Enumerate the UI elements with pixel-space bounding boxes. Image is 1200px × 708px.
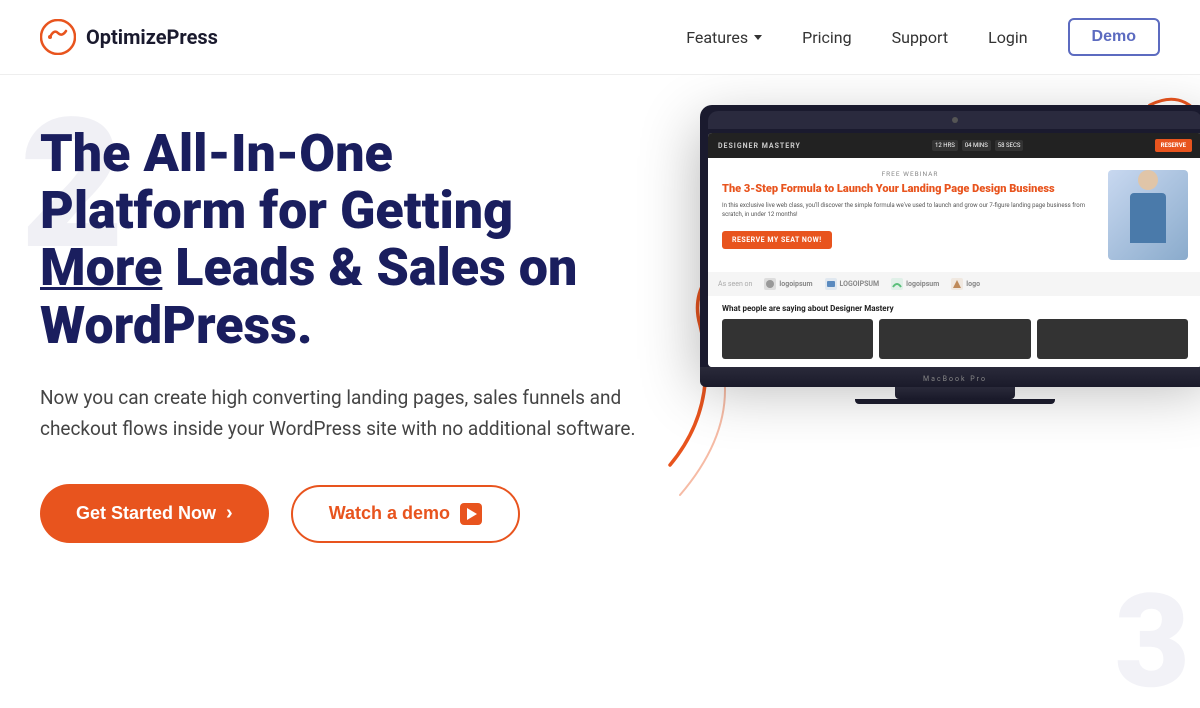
timer-secs: 58 SECS bbox=[995, 140, 1024, 151]
header: OptimizePress Features Pricing Support L… bbox=[0, 0, 1200, 75]
logo-area[interactable]: OptimizePress bbox=[40, 19, 218, 55]
hero-title-highlight: More bbox=[40, 237, 162, 298]
inner-logo-4: logo bbox=[951, 278, 980, 290]
inner-testimonial-card-1 bbox=[722, 319, 873, 359]
nav-pricing[interactable]: Pricing bbox=[802, 28, 852, 47]
play-triangle bbox=[467, 508, 477, 520]
hero-title: The All-In-One Platform for Getting More… bbox=[40, 125, 680, 354]
watch-demo-button[interactable]: Watch a demo bbox=[291, 485, 520, 543]
timer-mins: 04 MINS bbox=[962, 140, 991, 151]
laptop-mockup: DESIGNER MASTERY 12 HRS 04 MINS 58 SECS … bbox=[700, 105, 1200, 404]
logo-shape-4 bbox=[951, 278, 963, 290]
inner-timer: 12 HRS 04 MINS 58 SECS bbox=[932, 140, 1023, 151]
inner-hero-image bbox=[1108, 170, 1188, 260]
laptop-base: MacBook Pro bbox=[700, 367, 1200, 387]
timer-hours: 12 HRS bbox=[932, 140, 958, 151]
inner-brand: DESIGNER MASTERY bbox=[718, 142, 801, 150]
inner-testimonial-row bbox=[722, 319, 1188, 359]
inner-testimonial-card-3 bbox=[1037, 319, 1188, 359]
hero-right: DESIGNER MASTERY 12 HRS 04 MINS 58 SECS … bbox=[700, 105, 1200, 404]
inner-webinar-label: FREE WEBINAR bbox=[722, 170, 1098, 178]
logos-as-seen-label: As seen on bbox=[718, 280, 752, 288]
inner-reserve-button[interactable]: RESERVE bbox=[1155, 139, 1192, 152]
person-body bbox=[1130, 193, 1166, 243]
nav-login[interactable]: Login bbox=[988, 28, 1027, 47]
laptop-foot bbox=[855, 399, 1055, 404]
logo-shape-3 bbox=[891, 278, 903, 290]
arrow-right-icon: › bbox=[226, 502, 233, 525]
inner-testimonial-title: What people are saying about Designer Ma… bbox=[722, 304, 1188, 313]
hero-description: Now you can create high converting landi… bbox=[40, 382, 660, 445]
nav-features[interactable]: Features bbox=[686, 28, 762, 47]
logo-shape-1 bbox=[764, 278, 776, 290]
inner-hero-section: FREE WEBINAR The 3-Step Formula to Launc… bbox=[708, 158, 1200, 272]
main-nav: Features Pricing Support Login Demo bbox=[686, 18, 1160, 56]
inner-testimonial-section: What people are saying about Designer Ma… bbox=[708, 296, 1200, 367]
laptop-stand bbox=[895, 387, 1015, 399]
hero-left: The All-In-One Platform for Getting More… bbox=[40, 125, 700, 543]
laptop-content: DESIGNER MASTERY 12 HRS 04 MINS 58 SECS … bbox=[708, 133, 1200, 367]
inner-cta-button[interactable]: RESERVE MY SEAT NOW! bbox=[722, 231, 832, 249]
person-silhouette bbox=[1118, 170, 1178, 260]
get-started-button[interactable]: Get Started Now › bbox=[40, 484, 269, 543]
inner-logos-bar: As seen on logoipsum bbox=[708, 272, 1200, 296]
play-icon bbox=[460, 503, 482, 525]
laptop-model-label: MacBook Pro bbox=[923, 375, 987, 383]
brand-name: OptimizePress bbox=[86, 25, 218, 49]
inner-logo-2: LOGOIPSUM bbox=[825, 278, 880, 290]
logo-icon bbox=[40, 19, 76, 55]
laptop-camera-bar bbox=[708, 111, 1200, 129]
inner-hero-desc: In this exclusive live web class, you'll… bbox=[722, 201, 1098, 219]
inner-page: DESIGNER MASTERY 12 HRS 04 MINS 58 SECS … bbox=[708, 133, 1200, 367]
nav-support[interactable]: Support bbox=[892, 28, 948, 47]
logo-shape-2 bbox=[825, 278, 837, 290]
hero-section: 2 The All-In-One Platform for Getting Mo… bbox=[0, 75, 1200, 708]
inner-hero-text: FREE WEBINAR The 3-Step Formula to Launc… bbox=[722, 170, 1098, 260]
inner-logo-3: logoipsum bbox=[891, 278, 939, 290]
chevron-down-icon bbox=[754, 35, 762, 40]
demo-button[interactable]: Demo bbox=[1068, 18, 1160, 56]
bg-deco-number-2: 3 bbox=[1115, 565, 1190, 708]
person-head bbox=[1138, 170, 1158, 190]
inner-testimonial-card-2 bbox=[879, 319, 1030, 359]
inner-logo-1: logoipsum bbox=[764, 278, 812, 290]
camera-dot bbox=[952, 117, 958, 123]
inner-hero-title: The 3-Step Formula to Launch Your Landin… bbox=[722, 182, 1098, 196]
cta-row: Get Started Now › Watch a demo bbox=[40, 484, 680, 543]
laptop-screen: DESIGNER MASTERY 12 HRS 04 MINS 58 SECS … bbox=[700, 105, 1200, 367]
inner-header: DESIGNER MASTERY 12 HRS 04 MINS 58 SECS … bbox=[708, 133, 1200, 158]
